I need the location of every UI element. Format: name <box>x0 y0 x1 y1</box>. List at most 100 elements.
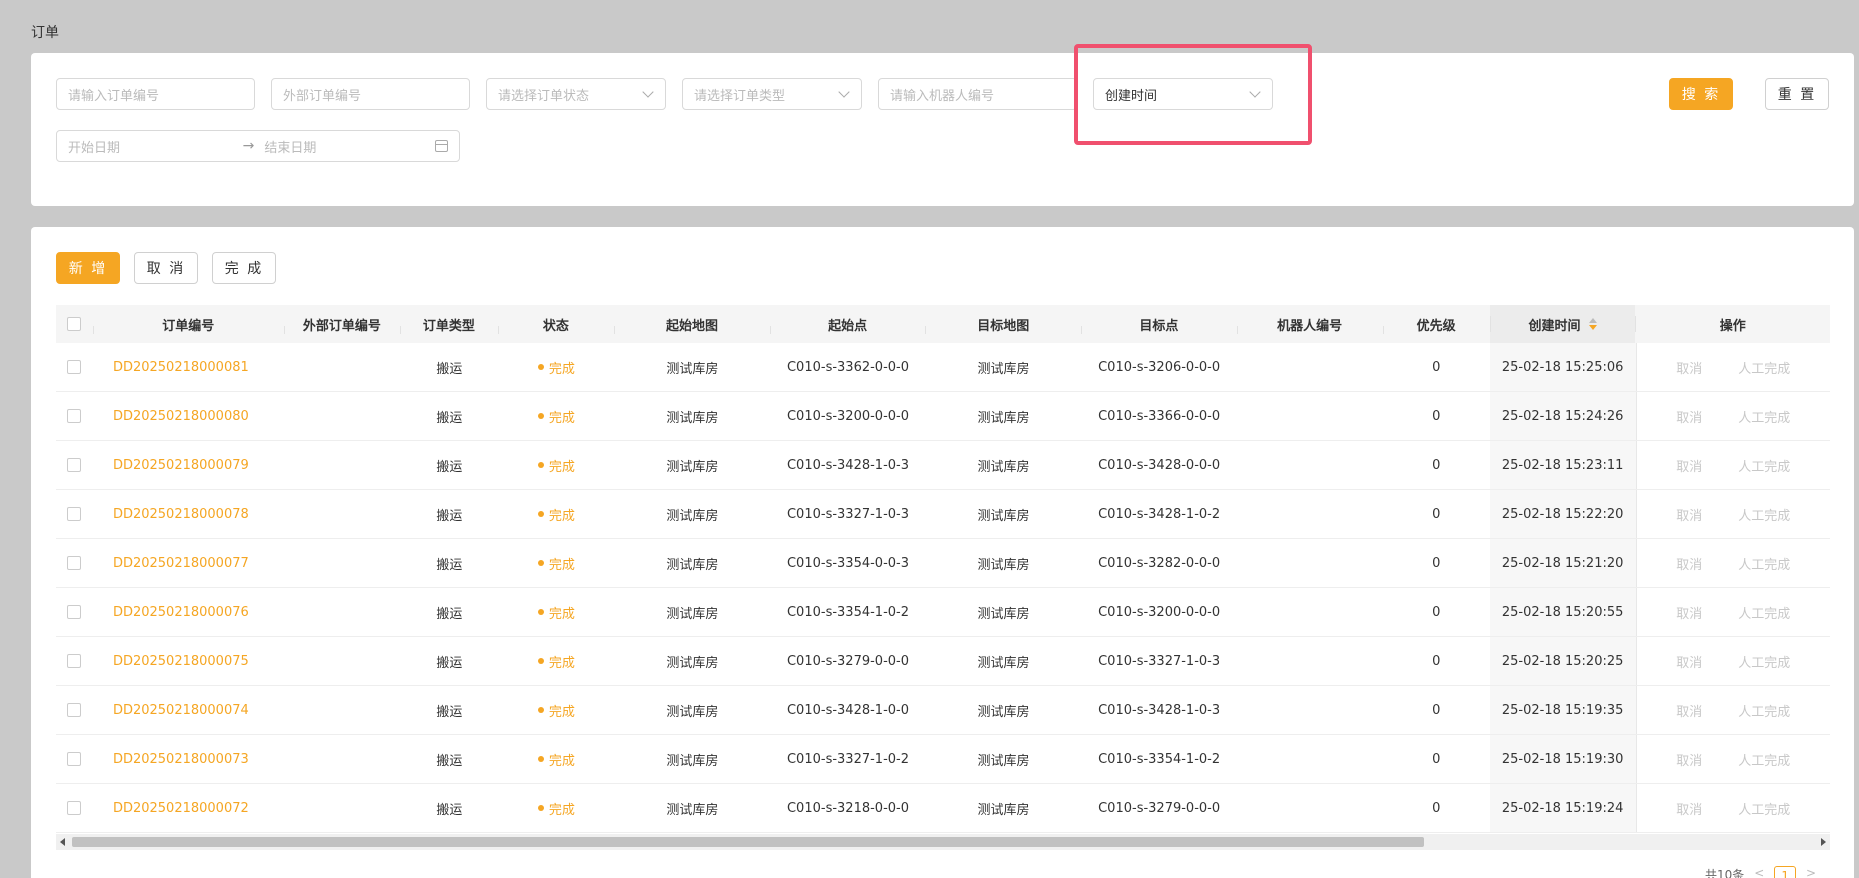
row-cancel-button[interactable]: 取消 <box>1676 407 1702 426</box>
row-cancel-button[interactable]: 取消 <box>1676 358 1702 377</box>
sort-icon[interactable] <box>1588 318 1597 330</box>
end-date-input[interactable]: 结束日期 <box>264 137 429 156</box>
order-type-cell: 搬运 <box>436 655 463 671</box>
row-cancel-button[interactable]: 取消 <box>1676 799 1702 818</box>
order-no-link[interactable]: DD20250218000075 <box>93 654 284 669</box>
target-point-cell: C010-s-3354-1-0-2 <box>1098 751 1221 767</box>
calendar-icon <box>435 140 449 152</box>
status-cell: 完成 <box>498 358 615 377</box>
page-title: 订单 <box>31 25 59 41</box>
scroll-left-icon[interactable] <box>60 838 65 846</box>
target-map-cell: 测试库房 <box>977 410 1030 426</box>
order-type-cell: 搬运 <box>436 802 463 818</box>
row-checkbox[interactable] <box>56 801 93 815</box>
scroll-right-icon[interactable] <box>1821 838 1826 846</box>
target-map-cell: 测试库房 <box>977 361 1030 377</box>
row-cancel-button[interactable]: 取消 <box>1676 750 1702 769</box>
order-no-link[interactable]: DD20250218000079 <box>93 458 284 473</box>
page-number-current[interactable]: 1 <box>1774 866 1796 878</box>
add-order-button[interactable]: 新 增 <box>56 252 120 284</box>
table-row: DD20250218000078 搬运 完成 测试库房 C010-s-3327-1-0-… <box>56 490 1830 539</box>
col-order-no: 订单编号 <box>92 315 284 334</box>
priority-cell: 0 <box>1432 555 1441 571</box>
col-target-point: 目标点 <box>1081 315 1237 334</box>
checkbox-icon <box>67 317 82 331</box>
row-checkbox[interactable] <box>56 703 93 717</box>
row-cancel-button[interactable]: 取消 <box>1676 456 1702 475</box>
horizontal-scrollbar[interactable] <box>56 834 1830 850</box>
status-cell: 完成 <box>498 799 615 818</box>
order-no-link[interactable]: DD20250218000072 <box>93 801 284 816</box>
ext-order-no-input[interactable]: 外部订单编号 <box>271 78 470 110</box>
actions-cell: 取消 人工完成 <box>1635 539 1830 587</box>
row-checkbox[interactable] <box>56 556 93 570</box>
prev-page-icon[interactable]: < <box>1754 866 1764 878</box>
start-map-cell: 测试库房 <box>666 557 719 573</box>
order-type-cell: 搬运 <box>436 704 463 720</box>
row-cancel-button[interactable]: 取消 <box>1676 652 1702 671</box>
next-page-icon[interactable]: > <box>1806 866 1816 878</box>
row-manual-complete-button[interactable]: 人工完成 <box>1738 603 1790 622</box>
actions-cell: 取消 人工完成 <box>1635 686 1830 734</box>
search-button[interactable]: 搜 索 <box>1669 78 1733 110</box>
row-cancel-button[interactable]: 取消 <box>1676 603 1702 622</box>
col-created-at[interactable]: 创建时间 <box>1489 305 1636 343</box>
actions-cell: 取消 人工完成 <box>1635 637 1830 685</box>
row-manual-complete-button[interactable]: 人工完成 <box>1738 799 1790 818</box>
cancel-orders-button[interactable]: 取 消 <box>134 252 198 284</box>
status-text: 完成 <box>548 508 575 524</box>
scrollbar-thumb[interactable] <box>72 837 1424 847</box>
status-text: 完成 <box>548 753 575 769</box>
row-checkbox[interactable] <box>56 605 93 619</box>
row-manual-complete-button[interactable]: 人工完成 <box>1738 456 1790 475</box>
row-manual-complete-button[interactable]: 人工完成 <box>1738 701 1790 720</box>
order-no-link[interactable]: DD20250218000074 <box>93 703 284 718</box>
row-cancel-button[interactable]: 取消 <box>1676 701 1702 720</box>
status-text: 完成 <box>548 606 575 622</box>
order-no-input[interactable]: 请输入订单编号 <box>56 78 255 110</box>
reset-button[interactable]: 重 置 <box>1765 78 1829 110</box>
status-dot-icon <box>537 805 544 811</box>
order-no-link[interactable]: DD20250218000081 <box>93 360 284 375</box>
robot-no-input[interactable]: 请输入机器人编号 <box>878 78 1077 110</box>
row-checkbox[interactable] <box>56 360 93 374</box>
checkbox-icon <box>67 409 82 423</box>
order-no-link[interactable]: DD20250218000078 <box>93 507 284 522</box>
actions-cell: 取消 人工完成 <box>1635 735 1830 783</box>
row-checkbox[interactable] <box>56 752 93 766</box>
start-map-cell: 测试库房 <box>666 802 719 818</box>
row-manual-complete-button[interactable]: 人工完成 <box>1738 358 1790 377</box>
checkbox-icon <box>67 752 82 766</box>
select-all-checkbox[interactable] <box>56 317 93 331</box>
start-point-cell: C010-s-3428-1-0-3 <box>786 457 909 473</box>
row-cancel-button[interactable]: 取消 <box>1676 554 1702 573</box>
sort-field-select[interactable]: 创建时间 <box>1093 78 1273 110</box>
row-manual-complete-button[interactable]: 人工完成 <box>1738 554 1790 573</box>
row-cancel-button[interactable]: 取消 <box>1676 505 1702 524</box>
row-manual-complete-button[interactable]: 人工完成 <box>1738 407 1790 426</box>
start-map-cell: 测试库房 <box>666 410 719 426</box>
order-type-select[interactable]: 请选择订单类型 <box>682 78 862 110</box>
order-no-text: DD20250218000076 <box>112 604 249 620</box>
status-cell: 完成 <box>498 505 615 524</box>
row-manual-complete-button[interactable]: 人工完成 <box>1738 750 1790 769</box>
row-checkbox[interactable] <box>56 458 93 472</box>
table-row: DD20250218000080 搬运 完成 测试库房 C010-s-3200-0-0-… <box>56 392 1830 441</box>
order-no-link[interactable]: DD20250218000076 <box>93 605 284 620</box>
order-status-select[interactable]: 请选择订单状态 <box>486 78 666 110</box>
row-checkbox[interactable] <box>56 654 93 668</box>
complete-orders-button[interactable]: 完 成 <box>212 252 276 284</box>
created-at-cell: 25-02-18 15:22:20 <box>1489 490 1636 538</box>
start-date-input[interactable]: 开始日期 <box>68 137 233 156</box>
status-dot-icon <box>537 364 544 370</box>
start-point-cell: C010-s-3327-1-0-2 <box>786 751 909 767</box>
row-manual-complete-button[interactable]: 人工完成 <box>1738 652 1790 671</box>
order-no-link[interactable]: DD20250218000073 <box>93 752 284 767</box>
date-range-picker[interactable]: 开始日期 → 结束日期 <box>56 130 460 162</box>
row-manual-complete-button[interactable]: 人工完成 <box>1738 505 1790 524</box>
row-checkbox[interactable] <box>56 507 93 521</box>
row-checkbox[interactable] <box>56 409 93 423</box>
order-no-link[interactable]: DD20250218000080 <box>93 409 284 424</box>
target-point-cell: C010-s-3428-1-0-2 <box>1098 506 1221 522</box>
order-no-link[interactable]: DD20250218000077 <box>93 556 284 571</box>
